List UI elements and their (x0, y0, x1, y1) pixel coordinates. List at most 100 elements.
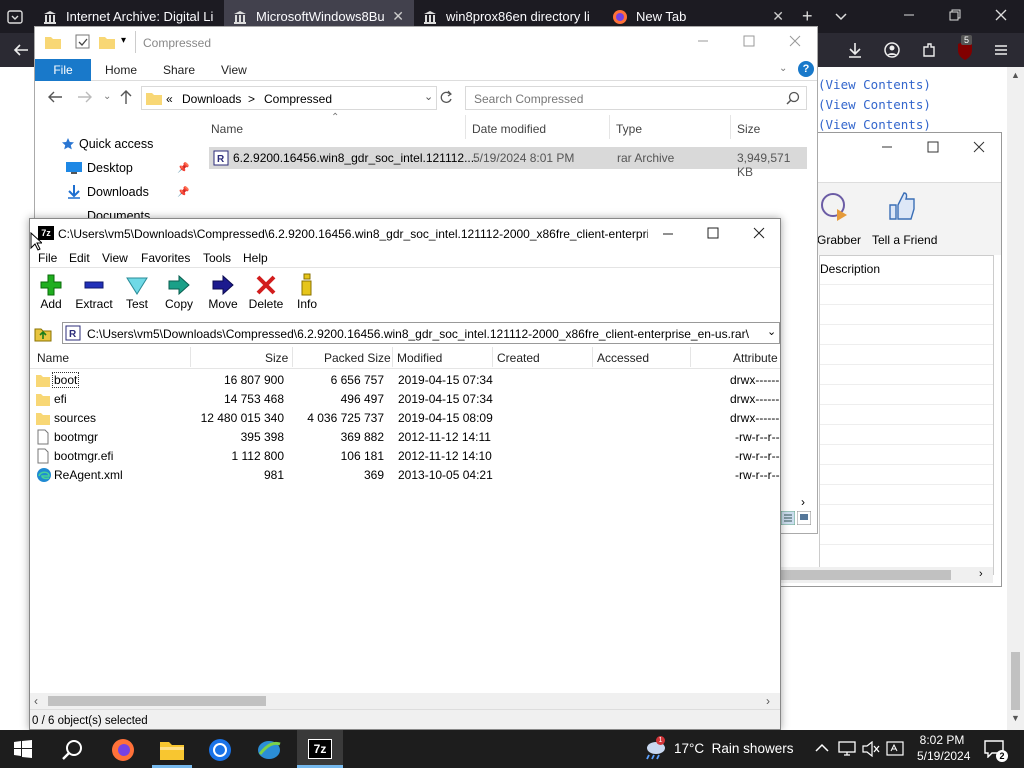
scroll-right-icon[interactable]: › (801, 495, 805, 509)
scroll-thumb[interactable] (781, 570, 951, 580)
nav-quick-access[interactable]: Quick access (79, 137, 153, 151)
test-button[interactable]: Test (116, 273, 158, 311)
table-row[interactable]: sources 12 480 015 340 4 036 725 737 201… (34, 409, 780, 428)
search-icon[interactable] (62, 739, 84, 761)
extensions-icon[interactable] (920, 41, 938, 59)
recent-locations-chevron-icon[interactable]: ⌄ (103, 91, 111, 102)
search-box[interactable]: Search Compressed (465, 86, 807, 110)
firefox-icon[interactable] (111, 738, 135, 762)
scroll-left-icon[interactable]: ‹ (34, 694, 38, 708)
chrome-icon[interactable] (208, 738, 232, 762)
clock[interactable]: 8:02 PM 5/19/2024 (917, 733, 970, 763)
address-bar[interactable]: « Downloads > Compressed ⌄ (141, 86, 437, 110)
file-row-selected[interactable]: R 6.2.9200.16456.win8_gdr_soc_intel.1211… (209, 147, 807, 179)
delete-button[interactable]: Delete (244, 273, 288, 311)
scroll-thumb[interactable] (48, 696, 266, 706)
menu-favorites[interactable]: Favorites (141, 251, 190, 265)
scroll-right-icon[interactable]: › (979, 568, 983, 580)
back-arrow-icon[interactable] (12, 41, 30, 59)
up-folder-icon[interactable] (34, 324, 52, 342)
col-size[interactable]: Size (265, 351, 288, 365)
page-scrollbar[interactable]: ▲ ▼ (1007, 67, 1024, 730)
menu-view[interactable]: View (102, 251, 128, 265)
ribbon-tab-share[interactable]: Share (163, 59, 195, 81)
table-row[interactable]: ReAgent.xml 981 369 2013-10-05 04:21 -rw… (34, 466, 780, 485)
maximize-icon[interactable] (707, 227, 719, 239)
internet-download-manager-icon[interactable] (256, 738, 282, 762)
menu-tools[interactable]: Tools (203, 251, 231, 265)
col-modified[interactable]: Modified (397, 351, 442, 365)
view-contents-link[interactable]: (View Contents) (818, 95, 931, 115)
grabber-icon[interactable] (819, 189, 855, 225)
close-tab-icon[interactable]: ✕ (772, 8, 784, 25)
breadcrumb-separator[interactable]: > (248, 92, 255, 106)
help-icon[interactable]: ? (798, 61, 814, 77)
menu-edit[interactable]: Edit (69, 251, 90, 265)
menu-hamburger-icon[interactable] (992, 41, 1010, 59)
view-contents-link[interactable]: (View Contents) (818, 75, 931, 95)
details-view-icon[interactable] (781, 511, 795, 525)
file-explorer-icon[interactable] (160, 740, 184, 760)
back-arrow-icon[interactable] (47, 90, 63, 104)
ribbon-expand-chevron-icon[interactable]: ⌄ (779, 63, 787, 74)
forward-arrow-icon[interactable] (77, 90, 93, 104)
new-tab-button[interactable]: + (802, 6, 813, 27)
table-row[interactable]: boot 16 807 900 6 656 757 2019-04-15 07:… (34, 371, 780, 390)
maximize-icon[interactable] (743, 35, 755, 47)
ribbon-tab-file[interactable]: File (35, 59, 91, 81)
close-icon[interactable] (789, 35, 801, 47)
quick-access-dropdown-icon[interactable]: ▾ (121, 35, 126, 46)
refresh-icon[interactable] (438, 89, 454, 105)
menu-help[interactable]: Help (243, 251, 268, 265)
minimize-browser-button[interactable] (902, 8, 916, 22)
add-button[interactable]: Add (30, 273, 72, 311)
menu-file[interactable]: File (38, 251, 57, 265)
breadcrumb-downloads[interactable]: Downloads (182, 92, 241, 106)
col-created[interactable]: Created (497, 351, 540, 365)
ublock-icon[interactable]: 5 (955, 35, 975, 61)
scroll-up-icon[interactable]: ▲ (1011, 70, 1020, 80)
tab-overflow-chevron-icon[interactable] (833, 8, 849, 24)
path-dropdown-icon[interactable]: ⌄ (767, 325, 776, 338)
breadcrumb-overflow[interactable]: « (166, 92, 173, 106)
sevenzip-taskbar-button[interactable]: 7z (297, 730, 343, 768)
nav-desktop[interactable]: Desktop (87, 161, 133, 175)
scroll-down-icon[interactable]: ▼ (1011, 713, 1020, 723)
move-button[interactable]: Move (202, 273, 244, 311)
nav-downloads[interactable]: Downloads (87, 185, 149, 199)
col-attribute[interactable]: Attribute (733, 351, 780, 365)
col-date-modified[interactable]: Date modified (472, 122, 546, 136)
col-type[interactable]: Type (616, 122, 642, 136)
col-packed-size[interactable]: Packed Size (324, 351, 391, 365)
extract-button[interactable]: Extract (72, 273, 116, 311)
input-method-icon[interactable] (886, 741, 904, 757)
pin-icon[interactable]: 📌 (177, 163, 189, 174)
search-icon[interactable] (786, 91, 800, 105)
windows-start-icon[interactable] (14, 740, 32, 758)
show-hidden-icons-chevron-icon[interactable] (815, 742, 829, 754)
network-icon[interactable] (838, 741, 856, 757)
tab-list-icon[interactable] (6, 8, 24, 26)
pin-icon[interactable]: 📌 (177, 187, 189, 198)
minimize-icon[interactable] (881, 141, 893, 153)
account-icon[interactable] (883, 41, 901, 59)
info-button[interactable]: Info (286, 273, 328, 311)
col-name[interactable]: Name (211, 122, 243, 136)
horizontal-scrollbar[interactable]: ‹ › (30, 693, 780, 709)
downloads-icon[interactable] (846, 41, 864, 59)
close-tab-icon[interactable]: ✕ (392, 8, 404, 25)
minimize-icon[interactable] (662, 228, 674, 240)
new-folder-icon[interactable] (99, 35, 115, 49)
col-accessed[interactable]: Accessed (597, 351, 649, 365)
restore-browser-button[interactable] (948, 8, 962, 22)
table-row[interactable]: bootmgr.efi 1 112 800 106 181 2012-11-12… (34, 447, 780, 466)
large-icons-view-icon[interactable] (797, 511, 811, 525)
close-browser-button[interactable] (994, 8, 1008, 22)
table-row[interactable]: efi 14 753 468 496 497 2019-04-15 07:34 … (34, 390, 780, 409)
address-dropdown-icon[interactable]: ⌄ (424, 90, 433, 103)
scroll-right-icon[interactable]: › (766, 694, 770, 708)
ribbon-tab-home[interactable]: Home (105, 59, 137, 81)
up-arrow-icon[interactable] (119, 89, 133, 105)
page-scroll-thumb[interactable] (1011, 652, 1020, 710)
col-size[interactable]: Size (737, 122, 760, 136)
